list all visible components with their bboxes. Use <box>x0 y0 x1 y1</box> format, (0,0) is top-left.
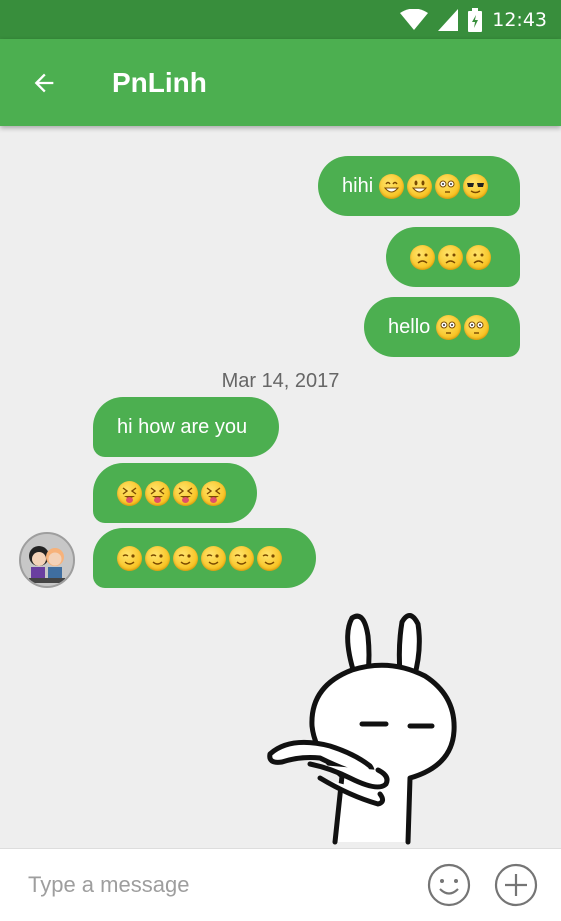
frown-emoji-icon <box>466 244 491 270</box>
thinking-emoji-icon <box>435 173 461 199</box>
wink-emoji-icon <box>117 545 142 571</box>
emoji-group <box>117 480 226 506</box>
app-bar: PnLinh <box>0 39 561 126</box>
wifi-icon <box>400 8 429 30</box>
chat-title: PnLinh <box>112 66 207 98</box>
wink-emoji-icon <box>173 545 198 571</box>
smiley-emoji-icon <box>407 173 433 199</box>
back-button[interactable] <box>0 39 88 126</box>
squint-tongue-emoji-icon <box>145 480 170 506</box>
wink-emoji-icon <box>257 545 282 571</box>
message-composer <box>0 848 561 921</box>
thinking-emoji-icon <box>436 314 462 340</box>
wink-emoji-icon <box>201 545 226 571</box>
status-bar: 12:43 <box>0 0 561 39</box>
message-list[interactable]: hihi hello Mar 14, 2017 hi how are you <box>0 126 561 848</box>
message-bubble-outgoing[interactable]: hihi <box>318 156 520 216</box>
frown-emoji-icon <box>410 244 435 270</box>
message-bubble-outgoing[interactable]: hello <box>364 297 520 357</box>
message-text: hi how are you <box>117 415 248 438</box>
squint-tongue-emoji-icon <box>117 480 142 506</box>
squint-tongue-emoji-icon <box>173 480 198 506</box>
sunglasses-emoji-icon <box>463 173 489 199</box>
emoji-group <box>117 545 282 571</box>
emoji-group <box>410 244 491 270</box>
thinking-emoji-icon <box>464 314 490 340</box>
message-input[interactable] <box>28 865 398 905</box>
message-bubble-incoming[interactable] <box>93 463 257 523</box>
wink-emoji-icon <box>145 545 170 571</box>
message-bubble-incoming[interactable] <box>93 528 316 588</box>
battery-icon <box>468 7 483 32</box>
status-time: 12:43 <box>492 8 547 31</box>
message-text: hihi <box>342 174 374 197</box>
wink-emoji-icon <box>229 545 254 571</box>
add-circle-icon[interactable] <box>493 862 539 908</box>
smiley-icon[interactable] <box>426 862 472 908</box>
frown-emoji-icon <box>438 244 463 270</box>
emoji-group <box>379 173 489 199</box>
arrow-back-icon <box>34 73 54 92</box>
message-bubble-incoming[interactable]: hi how are you <box>93 397 279 457</box>
grin-emoji-icon <box>379 173 405 199</box>
rabbit-sticker[interactable] <box>260 606 470 848</box>
emoji-group <box>436 314 490 340</box>
date-separator: Mar 14, 2017 <box>221 370 340 392</box>
message-bubble-outgoing[interactable] <box>386 227 520 287</box>
squint-tongue-emoji-icon <box>201 480 226 506</box>
message-text: hello <box>388 315 431 338</box>
signal-icon <box>438 8 459 31</box>
contact-avatar[interactable] <box>19 532 75 588</box>
